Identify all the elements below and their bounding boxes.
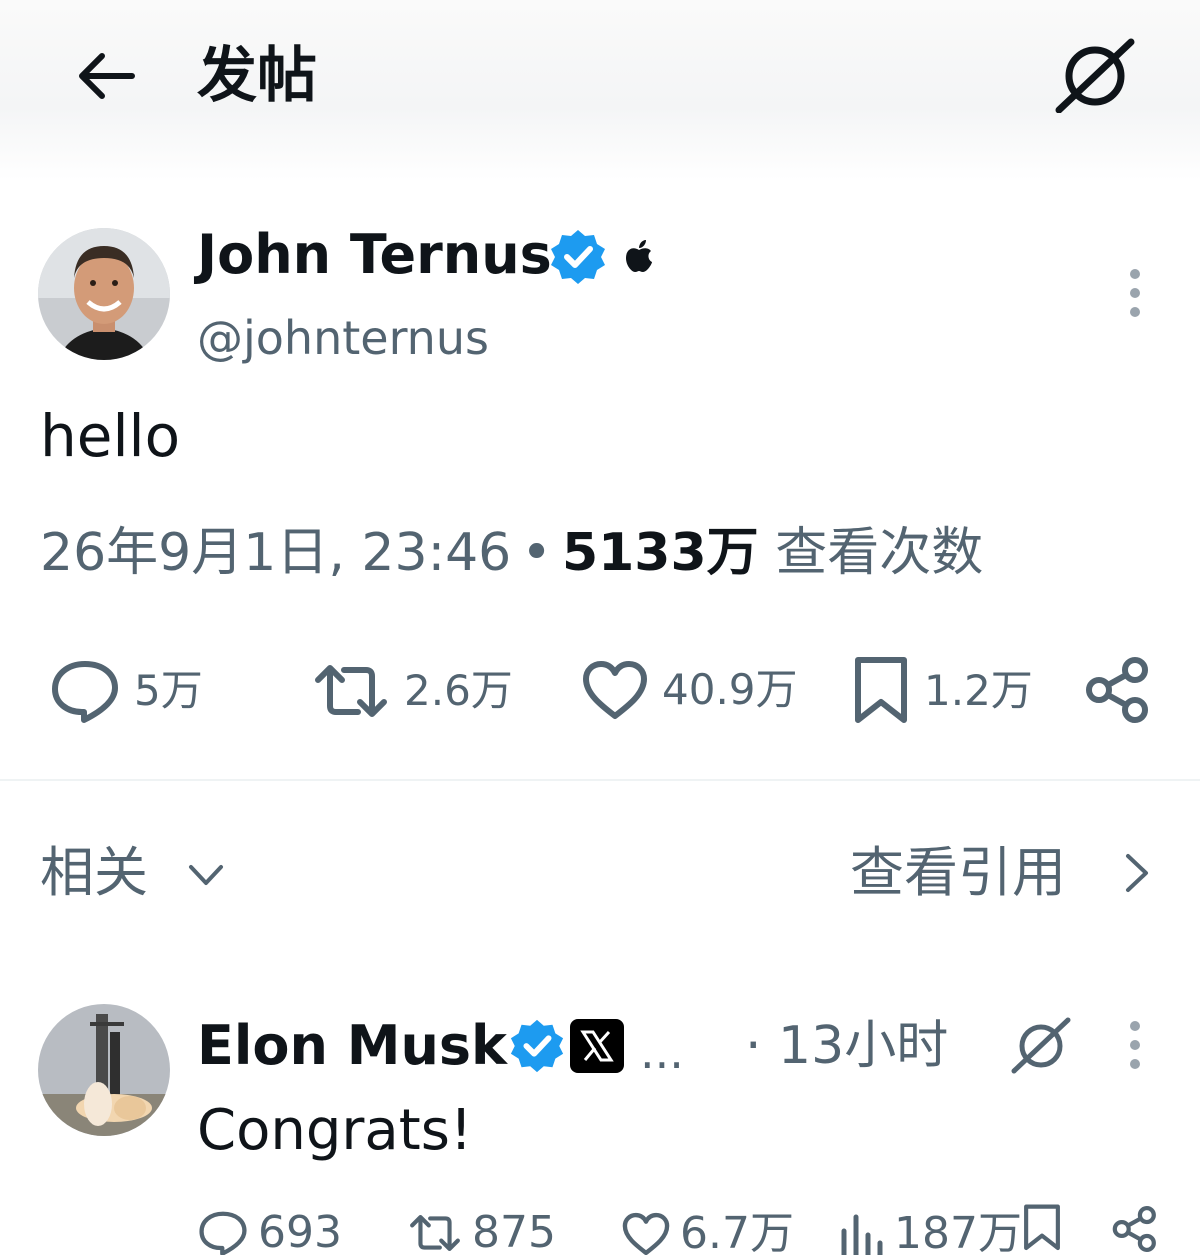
reply-icon: [52, 661, 118, 723]
share-icon: [1112, 1206, 1156, 1252]
reply-reply-count: 693: [258, 1207, 342, 1255]
heart-icon: [622, 1212, 670, 1255]
post-text: hello: [40, 402, 181, 470]
repost-icon: [410, 1215, 460, 1251]
author-avatar[interactable]: [38, 228, 170, 360]
reply-bookmark-button[interactable]: [1022, 1203, 1062, 1253]
reply-like-button[interactable]: 6.7万: [622, 1206, 794, 1255]
section-divider: [0, 779, 1200, 781]
share-button[interactable]: [1085, 656, 1151, 724]
views-count: 5133万: [561, 523, 759, 583]
repost-icon: [315, 665, 387, 717]
repost-count: 2.6万: [404, 666, 513, 715]
like-button[interactable]: 40.9万: [582, 660, 798, 720]
reply-views-count: 187万: [894, 1208, 1022, 1255]
view-quotes-link[interactable]: 查看引用: [850, 838, 1066, 908]
like-count: 40.9万: [662, 665, 798, 714]
chevron-right-icon[interactable]: [1120, 850, 1152, 896]
reply-reply-button[interactable]: 693: [198, 1205, 342, 1255]
heart-icon: [583, 661, 647, 719]
apple-logo-icon: [626, 240, 652, 272]
more-vertical-icon: [1130, 1021, 1140, 1069]
page-title: 发帖: [197, 41, 317, 111]
name-truncation: ...: [640, 1025, 684, 1079]
verified-badge-icon: [551, 230, 605, 284]
more-options-button[interactable]: [1118, 268, 1152, 320]
reply-repost-count: 875: [472, 1207, 556, 1255]
reply-button[interactable]: 5万: [50, 658, 203, 724]
reply-author-display-name[interactable]: Elon Musk: [197, 1013, 507, 1079]
reply-more-options-button[interactable]: [1118, 1020, 1152, 1070]
top-bar: [0, 0, 1200, 180]
separator-dot: •: [521, 523, 552, 583]
author-display-name[interactable]: John Ternus: [197, 222, 552, 288]
bookmark-icon: [1024, 1204, 1060, 1251]
verified-badge-icon: [510, 1019, 564, 1073]
grok-button[interactable]: [1055, 38, 1135, 114]
x-logo-icon: [570, 1019, 624, 1073]
reply-grok-button[interactable]: [1010, 1016, 1072, 1074]
more-vertical-icon: [1130, 269, 1140, 317]
reply-author-avatar[interactable]: [38, 1004, 170, 1136]
share-icon: [1086, 657, 1148, 723]
reply-like-count: 6.7万: [680, 1208, 794, 1255]
reply-text: Congrats!: [197, 1098, 473, 1163]
post-timestamp[interactable]: 26年9月1日, 23:46: [40, 523, 511, 583]
bookmark-icon: [855, 657, 907, 723]
author-handle[interactable]: @johnternus: [197, 308, 489, 368]
reply-time[interactable]: · 13小时: [745, 1013, 948, 1079]
back-button[interactable]: [70, 45, 140, 107]
reply-count: 5万: [134, 666, 203, 715]
repost-button[interactable]: 2.6万: [312, 662, 513, 720]
reply-icon: [199, 1211, 247, 1255]
chevron-down-icon[interactable]: [186, 855, 226, 895]
views-label: 查看次数: [775, 523, 984, 583]
grok-icon: [1055, 38, 1135, 114]
related-sort-label[interactable]: 相关: [40, 838, 148, 908]
grok-icon: [1011, 1017, 1071, 1074]
post-meta: 26年9月1日, 23:46 • 5133万 查看次数: [40, 518, 983, 588]
bookmark-button[interactable]: 1.2万: [852, 656, 1033, 726]
reply-repost-button[interactable]: 875: [408, 1205, 556, 1255]
arrow-left-icon: [79, 53, 135, 99]
reply-views-button[interactable]: 187万: [838, 1206, 1022, 1255]
analytics-icon: [841, 1214, 883, 1255]
reply-share-button[interactable]: [1112, 1205, 1158, 1253]
bookmark-count: 1.2万: [924, 666, 1033, 715]
